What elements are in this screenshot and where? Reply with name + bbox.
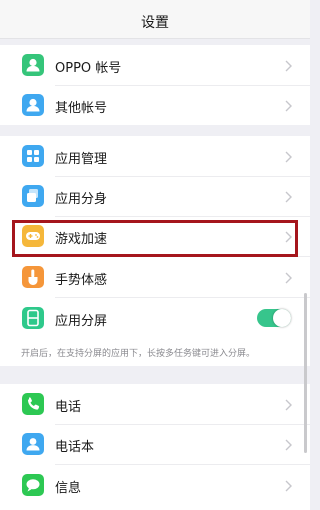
settings-screen: 设置 OPPO 帐号 其他帐号 应用管理 应用分身 游戏加速 手势体感 应用分屏…: [0, 0, 310, 510]
chevron-right-icon: [283, 229, 293, 243]
settings-item-label: OPPO 帐号: [55, 61, 122, 76]
chevron-right-icon: [283, 478, 293, 492]
navigation-bar: 设置: [0, 0, 310, 39]
messages-icon: [22, 474, 44, 496]
chevron-right-icon: [283, 397, 293, 411]
settings-item-phone[interactable]: 电话: [0, 384, 310, 424]
split-screen-hint: 开启后，在支持分屏的应用下，长按多任务键可进入分屏。: [21, 349, 256, 359]
app-management-icon: [22, 145, 44, 167]
scrollbar[interactable]: [304, 293, 307, 453]
settings-item-app-management[interactable]: 应用管理: [0, 136, 310, 176]
phone-icon: [22, 393, 44, 415]
chevron-right-icon: [283, 58, 293, 72]
settings-item-oppo-account[interactable]: OPPO 帐号: [0, 45, 310, 85]
settings-item-label: 应用管理: [55, 152, 108, 167]
settings-item-label: 应用分屏: [55, 314, 108, 329]
chevron-right-icon: [283, 270, 293, 284]
settings-item-label: 其他帐号: [55, 101, 108, 116]
settings-item-label: 电话: [55, 400, 82, 415]
chevron-right-icon: [283, 437, 293, 451]
apps-group: 应用管理 应用分身 游戏加速 手势体感 应用分屏: [0, 136, 310, 366]
contacts-icon: [22, 433, 44, 455]
other-account-icon: [22, 94, 44, 116]
split-screen-toggle[interactable]: [257, 309, 291, 327]
toggle-knob: [273, 309, 291, 327]
settings-item-game-boost[interactable]: 游戏加速: [0, 216, 310, 256]
chevron-right-icon: [283, 98, 293, 112]
oppo-account-icon: [22, 54, 44, 76]
settings-item-contacts[interactable]: 电话本: [0, 424, 310, 464]
settings-item-messages[interactable]: 信息: [0, 465, 310, 505]
settings-item-label: 游戏加速: [55, 232, 108, 247]
settings-item-gesture[interactable]: 手势体感: [0, 257, 310, 297]
settings-item-label: 信息: [55, 481, 82, 496]
settings-item-app-clone[interactable]: 应用分身: [0, 176, 310, 216]
settings-item-split-screen: 应用分屏: [0, 298, 310, 338]
page-title: 设置: [141, 15, 169, 31]
chevron-right-icon: [283, 149, 293, 163]
settings-item-label: 手势体感: [55, 273, 108, 288]
communication-group: 电话 电话本 信息: [0, 384, 310, 510]
app-clone-icon: [22, 185, 44, 207]
settings-item-other-accounts[interactable]: 其他帐号: [0, 85, 310, 125]
chevron-right-icon: [283, 189, 293, 203]
accounts-group: OPPO 帐号 其他帐号: [0, 45, 310, 125]
settings-item-label: 应用分身: [55, 192, 108, 207]
gesture-icon: [22, 266, 44, 288]
settings-item-label: 电话本: [55, 440, 95, 455]
split-screen-icon: [22, 307, 44, 329]
game-boost-icon: [22, 225, 44, 247]
